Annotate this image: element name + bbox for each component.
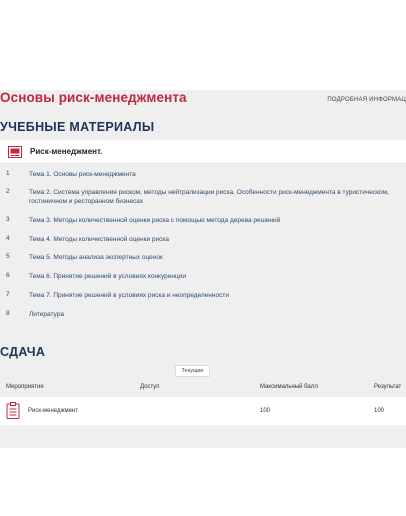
more-info-link[interactable]: ПОДРОБНАЯ ИНФОРМАЦ [327,97,406,103]
topic-number: 6 [6,272,10,279]
column-header-access[interactable]: Доступ [140,384,160,390]
topic-item[interactable]: 4 Тема 4. Методы количественной оценки р… [0,235,406,244]
test-icon [6,402,20,419]
topic-number: 4 [6,235,10,242]
topic-number: 1 [6,170,10,177]
topic-number: 3 [6,216,10,223]
materials-block-header[interactable]: Риск-менеджмент. [0,140,406,164]
topic-item[interactable]: 2 Тема 2. Система управления риском, мет… [0,188,406,206]
topic-link[interactable]: Тема 2. Система управления риском, метод… [29,188,401,206]
topic-link[interactable]: Тема 7. Принятие решений в условиях риск… [29,291,401,300]
topic-link[interactable]: Тема 6. Принятие решений в условиях конк… [29,272,401,281]
book-icon [8,145,22,158]
topic-link[interactable]: Тема 3. Методы количественной оценки рис… [29,216,401,225]
topic-item[interactable]: 6 Тема 6. Принятие решений в условиях ко… [0,272,406,281]
topic-link[interactable]: Тема 5. Методы анализа экспертных оценок [29,253,401,262]
topic-number: 7 [6,291,10,298]
event-link[interactable]: Риск-менеджмент [28,408,78,414]
sdacha-heading: СДАЧА [0,345,46,359]
topic-item[interactable]: 1 Тема 1. Основы риск-менеджмента [0,170,406,179]
result-cell: 100 [374,408,385,414]
max-score-cell: 100 [260,408,271,414]
materials-block: Риск-менеджмент. [0,140,406,164]
topic-number: 5 [6,253,10,260]
topic-item[interactable]: 8 Литература [0,310,406,319]
topic-item[interactable]: 3 Тема 3. Методы количественной оценки р… [0,216,406,225]
topic-item[interactable]: 7 Тема 7. Принятие решений в условиях ри… [0,291,406,300]
topic-number: 8 [6,310,10,317]
topic-link[interactable]: Тема 4. Методы количественной оценки рис… [29,235,401,244]
materials-heading: УЧЕБНЫЕ МАТЕРИАЛЫ [0,120,155,134]
column-header-max-score[interactable]: Максимальный балл [260,384,318,390]
column-header-result[interactable]: Результат [374,384,401,390]
topic-link[interactable]: Тема 1. Основы риск-менеджмента [29,170,401,179]
topic-number: 2 [6,188,10,195]
topic-link[interactable]: Литература [29,310,401,319]
table-row[interactable]: Риск-менеджмент 100 100 [0,397,406,425]
topic-item[interactable]: 5 Тема 5. Методы анализа экспертных оцен… [0,253,406,262]
materials-block-title: Риск-менеджмент. [30,147,103,156]
column-header-event[interactable]: Мероприятие [6,384,44,390]
tab-current[interactable]: Текущие [175,365,210,377]
course-title: Основы риск-менеджмента [0,90,187,105]
